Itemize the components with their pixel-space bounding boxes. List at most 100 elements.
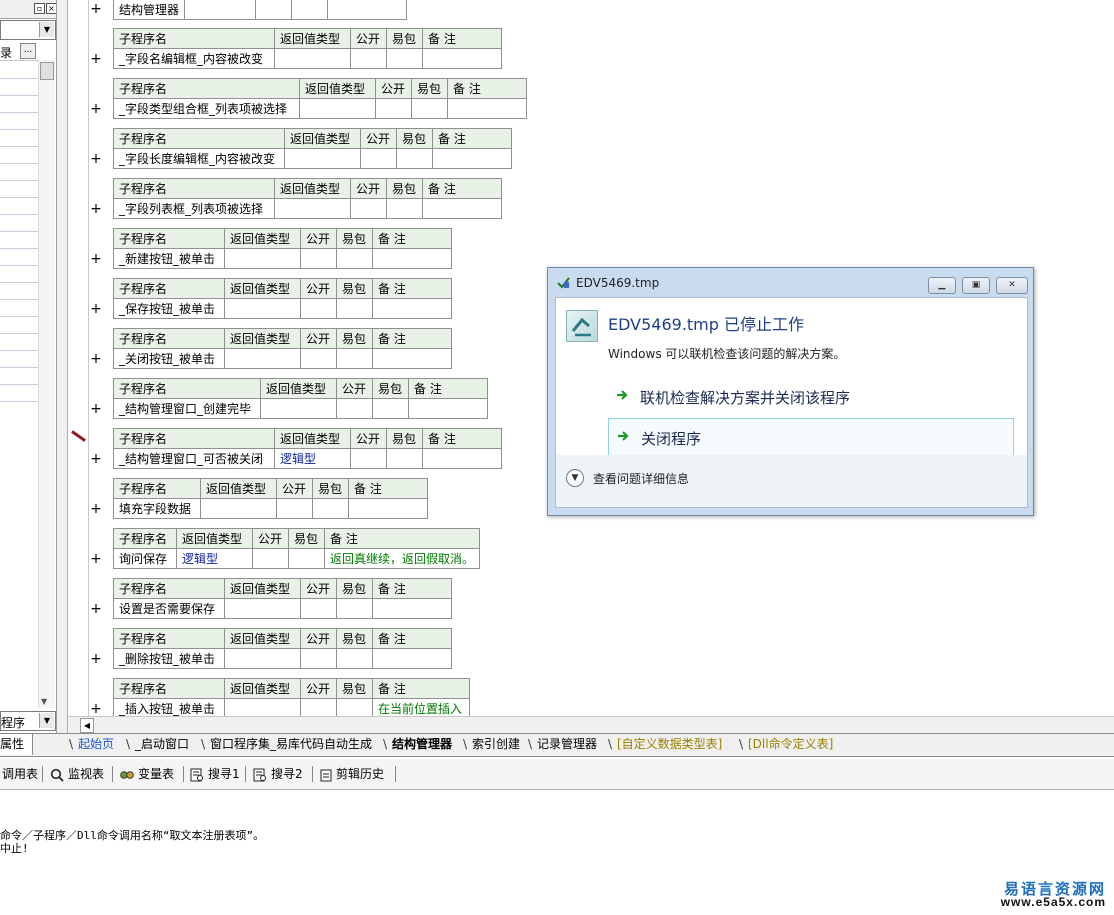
note-cell[interactable]: [408, 398, 488, 419]
return-type-cell[interactable]: [224, 248, 301, 269]
return-type-cell[interactable]: [274, 198, 351, 219]
subroutine-name[interactable]: _删除按钮_被单击: [113, 648, 225, 669]
return-type-cell[interactable]: [224, 598, 301, 619]
subroutine-name[interactable]: _结构管理窗口_可否被关闭: [113, 448, 275, 469]
subroutine-name[interactable]: _保存按钮_被单击: [113, 298, 225, 319]
maximize-button[interactable]: ▣: [962, 277, 990, 294]
search1-button[interactable]: 搜寻1: [190, 766, 240, 782]
tab-4[interactable]: 索引创建: [472, 736, 520, 753]
panel-vertical-scrollbar[interactable]: ▼: [38, 60, 55, 708]
return-type-cell[interactable]: [274, 48, 351, 69]
subroutine-name[interactable]: 填充字段数据: [113, 498, 201, 519]
close-button[interactable]: ✕: [996, 277, 1028, 294]
note-cell[interactable]: [372, 348, 452, 369]
easy-pack-cell[interactable]: [386, 448, 423, 469]
easy-pack-cell[interactable]: [336, 598, 373, 619]
table-row[interactable]: 询问保存 逻辑型 返回真继续，返回假取消。: [113, 548, 481, 569]
search2-button[interactable]: 搜寻2: [253, 766, 303, 782]
table-row[interactable]: _结构管理窗口_可否被关闭 逻辑型: [113, 448, 502, 469]
tab-7[interactable]: [Dll命令定义表]: [748, 736, 833, 753]
tab-2[interactable]: 窗口程序集_易库代码自动生成: [210, 736, 372, 753]
easy-pack-cell[interactable]: [336, 648, 373, 669]
public-cell[interactable]: [300, 348, 337, 369]
expand-icon[interactable]: +: [90, 552, 102, 566]
public-cell[interactable]: [350, 48, 387, 69]
public-cell[interactable]: [375, 98, 412, 119]
scroll-down-icon[interactable]: ▼: [41, 697, 47, 706]
public-cell[interactable]: [350, 198, 387, 219]
note-cell[interactable]: [422, 198, 502, 219]
public-cell[interactable]: [276, 498, 313, 519]
table-row[interactable]: _保存按钮_被单击: [113, 298, 452, 319]
easy-pack-cell[interactable]: [386, 48, 423, 69]
subroutine-name[interactable]: 设置是否需要保存: [113, 598, 225, 619]
note-cell[interactable]: [422, 448, 502, 469]
expand-icon[interactable]: +: [90, 502, 102, 516]
table-row[interactable]: _插入按钮_被单击 在当前位置插入: [113, 698, 470, 716]
table-row[interactable]: 设置是否需要保存: [113, 598, 452, 619]
public-cell[interactable]: [300, 298, 337, 319]
expand-icon[interactable]: +: [90, 2, 102, 16]
easy-pack-cell[interactable]: [396, 148, 433, 169]
public-cell[interactable]: [336, 398, 373, 419]
expand-icon[interactable]: +: [90, 452, 102, 466]
expand-icon[interactable]: +: [90, 602, 102, 616]
return-type-cell[interactable]: [224, 698, 301, 716]
panel-bottom-combo[interactable]: 程序 ▼: [0, 711, 56, 731]
expand-icon[interactable]: +: [90, 252, 102, 266]
subroutine-name[interactable]: _字段类型组合框_列表项被选择: [113, 98, 300, 119]
subroutine-name[interactable]: _关闭按钮_被单击: [113, 348, 225, 369]
tab-5[interactable]: 记录管理器: [537, 736, 597, 753]
easy-pack-cell[interactable]: [336, 348, 373, 369]
splitter[interactable]: [57, 0, 68, 735]
return-type-cell[interactable]: [284, 148, 361, 169]
chevron-down-icon[interactable]: ▼: [39, 22, 54, 37]
tab-0[interactable]: 起始页: [78, 736, 114, 753]
public-cell[interactable]: [350, 448, 387, 469]
return-type-cell[interactable]: [260, 398, 337, 419]
easy-pack-cell[interactable]: [386, 198, 423, 219]
easy-pack-cell[interactable]: [312, 498, 349, 519]
note-cell[interactable]: [372, 298, 452, 319]
close-icon[interactable]: ×: [46, 3, 56, 14]
clip-history-button[interactable]: 剪辑历史: [320, 766, 384, 782]
note-cell[interactable]: [372, 248, 452, 269]
note-cell[interactable]: [422, 48, 502, 69]
easy-pack-cell[interactable]: [336, 248, 373, 269]
tab-1[interactable]: _启动窗口: [135, 736, 189, 753]
tab-properties[interactable]: 属性: [0, 734, 33, 755]
chevron-down-icon[interactable]: ▼: [566, 469, 584, 487]
note-cell[interactable]: [447, 98, 527, 119]
easy-pack-cell[interactable]: [336, 698, 373, 716]
public-cell[interactable]: [300, 698, 337, 716]
var-table-button[interactable]: 变量表: [120, 766, 174, 782]
expand-icon[interactable]: +: [90, 402, 102, 416]
easy-pack-cell[interactable]: [336, 298, 373, 319]
table-row[interactable]: _结构管理窗口_创建完毕: [113, 398, 488, 419]
table-row[interactable]: 填充字段数据: [113, 498, 428, 519]
subroutine-name[interactable]: _新建按钮_被单击: [113, 248, 225, 269]
table-row[interactable]: _字段名编辑框_内容被改变: [113, 48, 502, 69]
public-cell[interactable]: [360, 148, 397, 169]
return-type-cell[interactable]: [299, 98, 376, 119]
horizontal-scrollbar[interactable]: ◀: [68, 716, 1114, 734]
return-type-cell[interactable]: [224, 348, 301, 369]
chevron-down-icon[interactable]: ▼: [39, 713, 54, 728]
note-cell[interactable]: [372, 598, 452, 619]
output-panel[interactable]: 命令／子程序／Dll命令调用名称“取文本注册表项”。 中止! 易语言资源网 ww…: [0, 790, 1114, 915]
view-details-link[interactable]: 查看问题详细信息: [593, 470, 689, 487]
expand-icon[interactable]: +: [90, 352, 102, 366]
close-program-option[interactable]: 关闭程序: [608, 418, 1014, 458]
panel-combo[interactable]: ▼: [0, 20, 56, 40]
return-type-cell[interactable]: 逻辑型: [176, 548, 253, 569]
public-cell[interactable]: [300, 598, 337, 619]
subroutine-name[interactable]: 结构管理器: [112, 0, 186, 20]
public-cell[interactable]: [300, 648, 337, 669]
note-cell[interactable]: 返回真继续，返回假取消。: [323, 548, 481, 569]
expand-icon[interactable]: +: [90, 202, 102, 216]
table-row[interactable]: _字段类型组合框_列表项被选择: [113, 98, 527, 119]
scroll-left-icon[interactable]: ◀: [80, 718, 94, 733]
panel-property-row[interactable]: 录 ...: [0, 42, 54, 61]
return-type-cell[interactable]: [224, 648, 301, 669]
expand-icon[interactable]: +: [90, 652, 102, 666]
